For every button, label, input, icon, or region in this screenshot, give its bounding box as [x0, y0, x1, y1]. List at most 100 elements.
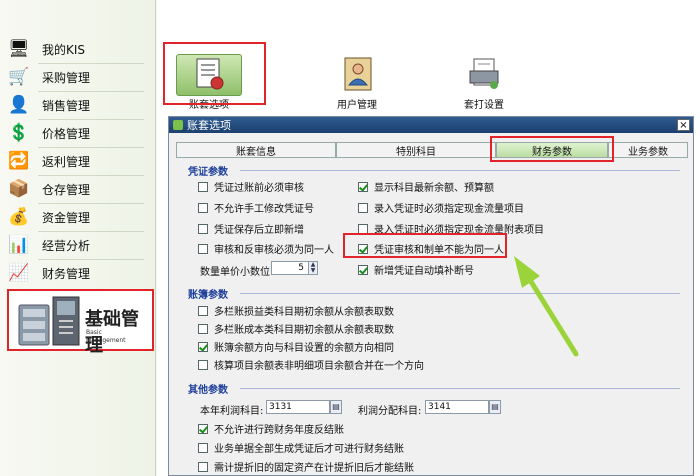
print-setup-icon [458, 54, 510, 94]
user-management-button[interactable]: 用户管理 [331, 54, 383, 111]
tab-account-info[interactable]: 账套信息 [176, 142, 336, 158]
checkbox-box [198, 359, 208, 370]
finance-icon: 📈 [8, 263, 30, 283]
app-icon [173, 120, 183, 130]
sidebar-item-label: 仓存管理 [42, 182, 91, 197]
checkbox-box [198, 461, 208, 472]
sidebar-item-subtitle: Basic Management [86, 329, 126, 344]
checkbox-label: 需计提折旧的固定资产在计提折旧后才能结账 [214, 463, 414, 474]
checkbox-review-same-person[interactable]: 审核和反审核必须为同一人 [198, 241, 334, 256]
decimal-places-input[interactable]: 5 [271, 261, 309, 275]
warehouse-icon: 📦 [8, 179, 30, 199]
checkbox-balance-direction-same[interactable]: 账簿余额方向与科目设置的余额方向相同 [198, 339, 394, 354]
checkbox-cost-multi-column[interactable]: 多栏账成本类科目期初余额从余额表取数 [198, 321, 394, 336]
checkbox-box [198, 442, 208, 453]
sidebar-item-finance[interactable]: 📈 财务管理 [6, 260, 152, 286]
sidebar-item-label: 资金管理 [42, 210, 91, 225]
checkbox-box [198, 181, 208, 192]
checkbox-label: 业务单据全部生成凭证后才可进行财务结账 [214, 444, 404, 455]
section-divider [240, 293, 680, 294]
checkbox-close-after-vouchers[interactable]: 业务单据全部生成凭证后才可进行财务结账 [198, 440, 404, 455]
checkbox-box [198, 202, 208, 213]
distribution-account-input[interactable]: 3141 [425, 400, 489, 414]
section-other-heading: 其他参数 [188, 385, 228, 396]
checkbox-box [358, 202, 368, 213]
dialog-titlebar: 账套选项 [169, 117, 693, 133]
sidebar-item-label: 返利管理 [42, 154, 91, 169]
dialog-title: 账套选项 [187, 119, 231, 132]
sidebar-item-label: 经营分析 [42, 238, 91, 253]
sidebar-item-rebate[interactable]: 🔁 返利管理 [6, 148, 152, 176]
checkbox-label: 多栏账成本类科目期初余额从余额表取数 [214, 325, 394, 336]
checkbox-label: 不允许手工修改凭证号 [214, 204, 314, 215]
sidebar-item-sales[interactable]: 👤 销售管理 [6, 92, 152, 120]
checkbox-require-cashflow-item[interactable]: 录入凭证时必须指定现金流量项目 [358, 200, 524, 215]
checkbox-new-after-save[interactable]: 凭证保存后立即新增 [198, 221, 304, 236]
sidebar-item-label: 财务管理 [42, 266, 91, 281]
checkbox-label: 审核和反审核必须为同一人 [214, 245, 334, 256]
checkbox-close-after-depreciation[interactable]: 需计提折旧的固定资产在计提折旧后才能结账 [198, 459, 414, 474]
toolbar-label: 套打设置 [464, 100, 504, 111]
analysis-icon: 📊 [8, 235, 30, 255]
checkbox-no-cross-year-unpost[interactable]: 不允许进行跨财务年度反结账 [198, 421, 344, 436]
checkbox-no-manual-voucher-no[interactable]: 不允许手工修改凭证号 [198, 200, 314, 215]
checkbox-label: 新增凭证自动填补断号 [374, 266, 474, 277]
checkbox-label: 录入凭证时必须指定现金流量项目 [374, 204, 524, 215]
checkbox-label: 核算项目余额表非明细项目余额合并在一个方向 [214, 361, 424, 372]
monitor-icon: 🖥 [8, 39, 30, 59]
checkbox-label: 显示科目最新余额、预算额 [374, 183, 494, 194]
sidebar: 🖥 我的KIS 🛒 采购管理 👤 销售管理 💲 价格管理 🔁 返利管理 📦 仓存… [0, 0, 156, 476]
section-voucher-heading: 凭证参数 [188, 167, 228, 178]
checkbox-box [358, 223, 368, 234]
checkbox-box-checked [198, 341, 208, 352]
checkbox-merge-one-direction[interactable]: 核算项目余额表非明细项目余额合并在一个方向 [198, 357, 424, 372]
sidebar-item-label: 价格管理 [42, 126, 91, 141]
profit-account-label: 本年利润科目: [200, 406, 264, 417]
toolbar-label: 用户管理 [337, 100, 377, 111]
checkbox-box [198, 323, 208, 334]
checkbox-label: 凭证过账前必须审核 [214, 183, 304, 194]
tab-special-accounts[interactable]: 特别科目 [336, 142, 496, 158]
checkbox-voucher-review-before-post[interactable]: 凭证过账前必须审核 [198, 179, 304, 194]
purchase-icon: 🛒 [8, 67, 30, 87]
sidebar-item-label: 我的KIS [42, 42, 86, 57]
checkbox-label: 多栏账损益类科目期初余额从余额表取数 [214, 307, 394, 318]
annotation-arrow [514, 256, 579, 357]
sidebar-item-label: 采购管理 [42, 70, 91, 85]
checkbox-box-checked [358, 181, 368, 192]
close-button[interactable]: × [677, 119, 690, 131]
checkbox-auto-fill-gap[interactable]: 新增凭证自动填补断号 [358, 262, 474, 277]
highlight-box [163, 42, 266, 105]
tab-business-params[interactable]: 业务参数 [608, 142, 688, 158]
profit-account-picker-icon[interactable]: ▤ [330, 400, 342, 414]
user-book-icon [331, 54, 383, 94]
checkbox-box [198, 305, 208, 316]
print-setup-button[interactable]: 套打设置 [458, 54, 510, 111]
checkbox-pl-multi-column[interactable]: 多栏账损益类科目期初余额从余额表取数 [198, 303, 394, 318]
checkbox-label: 不允许进行跨财务年度反结账 [214, 425, 344, 436]
sidebar-item-warehouse[interactable]: 📦 仓存管理 [6, 176, 152, 204]
decimal-places-spinner[interactable]: ▲ ▼ [308, 261, 318, 275]
distribution-account-picker-icon[interactable]: ▤ [489, 400, 501, 414]
tools-icon [18, 296, 80, 346]
sidebar-item-purchase[interactable]: 🛒 采购管理 [6, 64, 152, 92]
sidebar-item-analysis[interactable]: 📊 经营分析 [6, 232, 152, 260]
checkbox-show-latest-balance[interactable]: 显示科目最新余额、预算额 [358, 179, 494, 194]
section-divider [240, 170, 680, 171]
section-divider [240, 388, 680, 389]
sidebar-item-label: 销售管理 [42, 98, 91, 113]
fund-icon: 💰 [8, 207, 30, 227]
profit-account-input[interactable]: 3131 [266, 400, 330, 414]
checkbox-box [198, 223, 208, 234]
price-icon: 💲 [8, 123, 30, 143]
checkbox-box-checked [198, 423, 208, 434]
checkbox-box [198, 243, 208, 254]
rebate-icon: 🔁 [8, 151, 30, 171]
sidebar-item-fund[interactable]: 💰 资金管理 [6, 204, 152, 232]
sidebar-item-my-kis[interactable]: 🖥 我的KIS [6, 36, 152, 64]
checkbox-label: 账簿余额方向与科目设置的余额方向相同 [214, 343, 394, 354]
option-highlight-box [343, 233, 507, 258]
sidebar-item-price[interactable]: 💲 价格管理 [6, 120, 152, 148]
distribution-account-label: 利润分配科目: [358, 406, 422, 417]
sidebar-item-basic-management[interactable]: 基础管理 Basic Management [7, 289, 154, 356]
